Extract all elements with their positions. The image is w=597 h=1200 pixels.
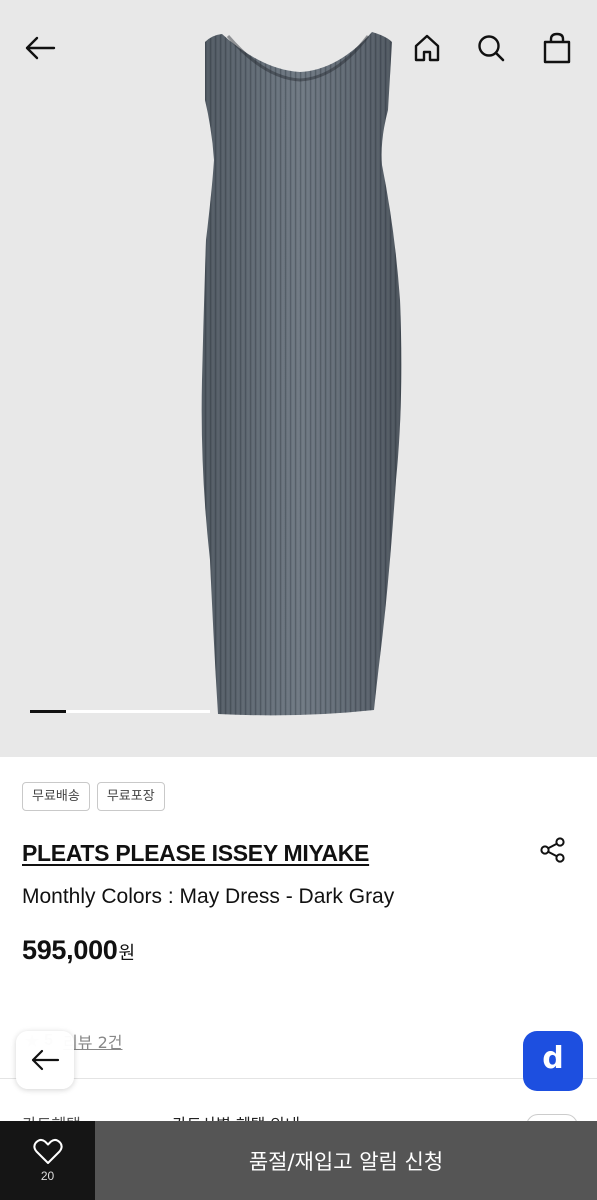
search-button[interactable] [469,26,513,70]
tag-free-shipping: 무료배송 [22,782,90,811]
wishlist-count: 20 [40,1169,55,1183]
shopping-bag-icon [543,32,571,64]
heart-icon [32,1139,63,1164]
app-badge-letter: d [542,1041,564,1076]
card-benefit-row[interactable]: 카드혜택 카드사별 혜택 안내 [0,1108,597,1122]
benefit-tags: 무료배송 무료포장 [22,782,165,811]
floating-back-button[interactable] [16,1031,74,1089]
section-divider [0,1078,597,1079]
app-badge-button[interactable]: d [523,1031,583,1091]
bottom-action-bar: 20 품절/재입고 알림 신청 [0,1121,597,1200]
top-navigation [0,14,597,84]
gallery-progress-fill [30,710,66,713]
price-value: 595,000 [22,935,118,965]
brand-link[interactable]: PLEATS PLEASE ISSEY MIYAKE [22,840,369,867]
cart-button[interactable] [535,26,579,70]
search-icon [478,35,505,62]
gallery-progress-track [30,710,210,713]
price-currency: 원 [118,943,136,964]
price: 595,000 원 [22,935,135,966]
product-name: Monthly Colors : May Dress - Dark Gray [22,885,395,908]
back-button[interactable] [18,26,62,70]
wishlist-button[interactable]: 20 [0,1121,95,1200]
restock-alert-button[interactable]: 품절/재입고 알림 신청 [95,1121,597,1200]
product-image [201,32,402,716]
home-icon [414,34,440,62]
home-button[interactable] [405,26,449,70]
tag-free-wrapping: 무료포장 [96,782,165,811]
arrow-left-icon [25,36,56,60]
share-icon [540,837,565,863]
arrow-left-icon [31,1049,60,1071]
product-image-gallery[interactable] [0,0,597,757]
share-button[interactable] [534,831,572,869]
